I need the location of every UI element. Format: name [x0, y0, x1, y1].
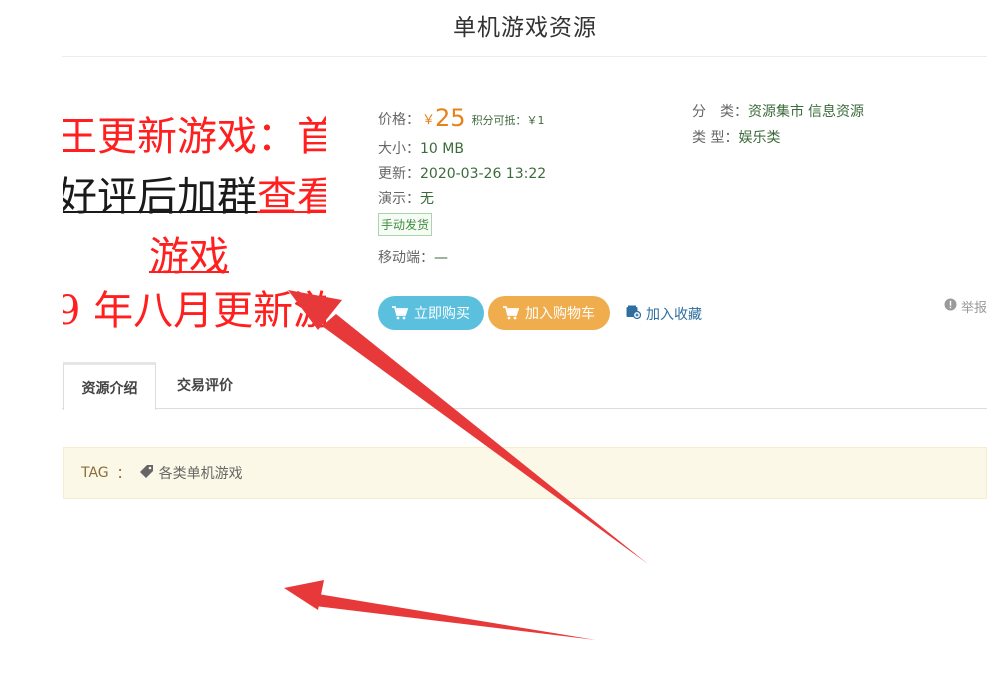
promo-line-4: 9 年八月更新游 — [63, 288, 326, 334]
tab-trade-reviews[interactable]: 交易评价 — [164, 364, 246, 406]
price-value: 25 — [435, 104, 466, 132]
demo-row: 演示：无 — [378, 191, 434, 207]
arrow-to-image — [288, 290, 648, 564]
add-to-cart-button[interactable]: 加入购物车 — [488, 296, 610, 330]
tag-link[interactable]: 各类单机游戏 — [159, 463, 243, 483]
promo-line-1: 王更新游戏：首 — [63, 114, 326, 160]
mobile-row: 移动端：— — [378, 250, 448, 266]
page-title: 单机游戏资源 — [453, 15, 597, 41]
delivery-badge: 手动发货 — [378, 213, 433, 236]
type-link[interactable]: 娱乐类 — [738, 130, 780, 146]
report-link[interactable]: 举报 — [944, 297, 987, 316]
category-row: 分 类：资源集市 信息资源 — [692, 104, 864, 120]
points-deduction: 积分可抵：￥1 — [471, 114, 545, 127]
title-divider — [62, 56, 987, 57]
type-row: 类 型：娱乐类 — [692, 130, 781, 146]
favorite-box-icon — [626, 305, 642, 323]
arrow-to-blank-area — [284, 580, 596, 640]
price-row: 价格： ￥25 积分可抵：￥1 — [378, 104, 545, 132]
cart-icon — [392, 306, 408, 320]
product-image[interactable]: 王更新游戏：首 好评后加群查看 游戏 9 年八月更新游 — [63, 100, 326, 345]
tag-label: TAG — [81, 465, 109, 481]
tag-bar: TAG ： 各类单机游戏 — [63, 447, 987, 499]
tab-resource-intro[interactable]: 资源介绍 — [63, 362, 156, 410]
promo-line-3: 游戏 — [149, 234, 229, 280]
category-link-market[interactable]: 资源集市 — [748, 104, 804, 120]
buy-now-button[interactable]: 立即购买 — [378, 296, 484, 330]
size-row: 大小：10 MB — [378, 141, 464, 157]
exclamation-circle-icon — [944, 298, 957, 315]
updated-row: 更新：2020-03-26 13:22 — [378, 166, 547, 182]
cart-icon — [503, 306, 519, 320]
add-favorite-link[interactable]: 加入收藏 — [626, 304, 702, 324]
promo-line-2: 好评后加群查看 — [63, 174, 326, 220]
category-link-info[interactable]: 信息资源 — [808, 104, 864, 120]
tabs-divider — [62, 408, 987, 409]
tag-icon — [139, 464, 154, 483]
